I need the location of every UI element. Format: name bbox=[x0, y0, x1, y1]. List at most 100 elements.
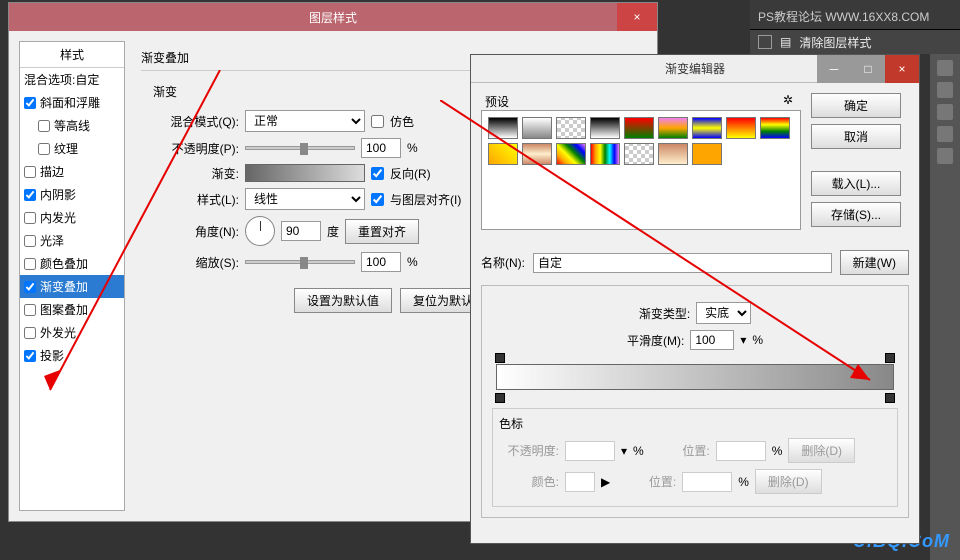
gradient-swatch[interactable] bbox=[692, 143, 722, 165]
gradient-swatch[interactable] bbox=[658, 117, 688, 139]
set-default-button[interactable]: 设置为默认值 bbox=[294, 288, 392, 313]
blending-options[interactable]: 混合选项:自定 bbox=[20, 68, 124, 91]
style-checkbox[interactable] bbox=[24, 258, 36, 270]
panel-icon[interactable] bbox=[937, 82, 953, 98]
new-button[interactable]: 新建(W) bbox=[840, 250, 909, 275]
dropdown-icon[interactable]: ▾ bbox=[740, 333, 746, 347]
style-item[interactable]: 斜面和浮雕 bbox=[20, 91, 124, 114]
style-item[interactable]: 投影 bbox=[20, 344, 124, 367]
maximize-button[interactable]: □ bbox=[851, 55, 885, 83]
checkbox-icon bbox=[758, 35, 772, 49]
align-checkbox[interactable] bbox=[371, 193, 384, 206]
style-label: 渐变叠加 bbox=[40, 278, 88, 295]
scale-slider[interactable] bbox=[245, 260, 355, 264]
panel-icon[interactable] bbox=[937, 126, 953, 142]
gradient-preview[interactable] bbox=[245, 164, 365, 182]
style-item[interactable]: 光泽 bbox=[20, 229, 124, 252]
gradient-swatch[interactable] bbox=[556, 117, 586, 139]
angle-dial[interactable] bbox=[245, 216, 275, 246]
style-label: 描边 bbox=[40, 163, 64, 180]
gradient-swatch[interactable] bbox=[488, 117, 518, 139]
style-checkbox[interactable] bbox=[38, 120, 50, 132]
style-item[interactable]: 外发光 bbox=[20, 321, 124, 344]
style-item[interactable]: 描边 bbox=[20, 160, 124, 183]
gradient-swatch[interactable] bbox=[590, 117, 620, 139]
gradient-swatch[interactable] bbox=[624, 117, 654, 139]
close-button[interactable]: × bbox=[617, 3, 657, 31]
reverse-checkbox[interactable] bbox=[371, 167, 384, 180]
color-stop-left[interactable] bbox=[495, 393, 505, 403]
style-checkbox[interactable] bbox=[24, 304, 36, 316]
gradient-swatch[interactable] bbox=[624, 143, 654, 165]
style-checkbox[interactable] bbox=[24, 350, 36, 362]
style-label: 等高线 bbox=[54, 117, 90, 134]
style-item[interactable]: 纹理 bbox=[20, 137, 124, 160]
style-checkbox[interactable] bbox=[24, 97, 36, 109]
style-item[interactable]: 图案叠加 bbox=[20, 298, 124, 321]
gradient-bar[interactable] bbox=[496, 364, 894, 390]
trash-icon[interactable] bbox=[937, 104, 953, 120]
context-menu-item[interactable]: ▤ 清除图层样式 bbox=[750, 30, 960, 54]
stop-opacity-input bbox=[565, 441, 615, 461]
color-stop-right[interactable] bbox=[885, 393, 895, 403]
reset-align-button[interactable]: 重置对齐 bbox=[345, 219, 419, 244]
style-item[interactable]: 颜色叠加 bbox=[20, 252, 124, 275]
opacity-slider[interactable] bbox=[245, 146, 355, 150]
style-checkbox[interactable] bbox=[24, 281, 36, 293]
gradient-swatch[interactable] bbox=[488, 143, 518, 165]
style-checkbox[interactable] bbox=[38, 143, 50, 155]
style-checkbox[interactable] bbox=[24, 189, 36, 201]
gear-icon[interactable]: ✲ bbox=[783, 93, 797, 107]
titlebar[interactable]: 渐变编辑器 － □ × bbox=[471, 55, 919, 83]
dither-checkbox[interactable] bbox=[371, 115, 384, 128]
smooth-input[interactable] bbox=[690, 330, 734, 350]
gradient-swatch[interactable] bbox=[692, 117, 722, 139]
panels-dock bbox=[930, 54, 960, 560]
name-input[interactable] bbox=[533, 253, 832, 273]
style-item[interactable]: 内阴影 bbox=[20, 183, 124, 206]
load-button[interactable]: 载入(L)... bbox=[811, 171, 901, 196]
gradient-swatch[interactable] bbox=[556, 143, 586, 165]
gradient-swatch[interactable] bbox=[658, 143, 688, 165]
gradient-swatch[interactable] bbox=[760, 117, 790, 139]
ok-button[interactable]: 确定 bbox=[811, 93, 901, 118]
angle-input[interactable] bbox=[281, 221, 321, 241]
align-label: 与图层对齐(I) bbox=[390, 191, 461, 208]
type-label: 渐变类型: bbox=[639, 305, 690, 322]
cancel-button[interactable]: 取消 bbox=[811, 124, 901, 149]
stop-color-label: 颜色: bbox=[499, 473, 559, 490]
gradient-swatch[interactable] bbox=[522, 143, 552, 165]
opacity-stop-left[interactable] bbox=[495, 353, 505, 363]
save-button[interactable]: 存储(S)... bbox=[811, 202, 901, 227]
delete-stop-button: 删除(D) bbox=[788, 438, 855, 463]
gradient-swatch[interactable] bbox=[590, 143, 620, 165]
titlebar[interactable]: 图层样式 × bbox=[9, 3, 657, 31]
style-item[interactable]: 渐变叠加 bbox=[20, 275, 124, 298]
style-select[interactable]: 线性 bbox=[245, 188, 365, 210]
opacity-stop-right[interactable] bbox=[885, 353, 895, 363]
type-select[interactable]: 实底 bbox=[696, 302, 751, 324]
smooth-label: 平滑度(M): bbox=[627, 332, 684, 349]
scale-input[interactable] bbox=[361, 252, 401, 272]
panel-icon[interactable] bbox=[937, 148, 953, 164]
blend-mode-label: 混合模式(Q): bbox=[153, 113, 239, 130]
panel-icon[interactable] bbox=[937, 60, 953, 76]
styles-header[interactable]: 样式 bbox=[20, 42, 124, 68]
gradient-swatch[interactable] bbox=[522, 117, 552, 139]
opacity-input[interactable] bbox=[361, 138, 401, 158]
style-checkbox[interactable] bbox=[24, 327, 36, 339]
style-checkbox[interactable] bbox=[24, 212, 36, 224]
gradient-swatch[interactable] bbox=[726, 117, 756, 139]
minimize-button[interactable]: － bbox=[817, 55, 851, 83]
blend-mode-select[interactable]: 正常 bbox=[245, 110, 365, 132]
close-button[interactable]: × bbox=[885, 55, 919, 83]
name-label: 名称(N): bbox=[481, 254, 525, 271]
style-checkbox[interactable] bbox=[24, 235, 36, 247]
style-label: 样式(L): bbox=[153, 191, 239, 208]
style-label: 外发光 bbox=[40, 324, 76, 341]
style-label: 光泽 bbox=[40, 232, 64, 249]
style-item[interactable]: 内发光 bbox=[20, 206, 124, 229]
style-item[interactable]: 等高线 bbox=[20, 114, 124, 137]
stop-pos-input bbox=[716, 441, 766, 461]
style-checkbox[interactable] bbox=[24, 166, 36, 178]
